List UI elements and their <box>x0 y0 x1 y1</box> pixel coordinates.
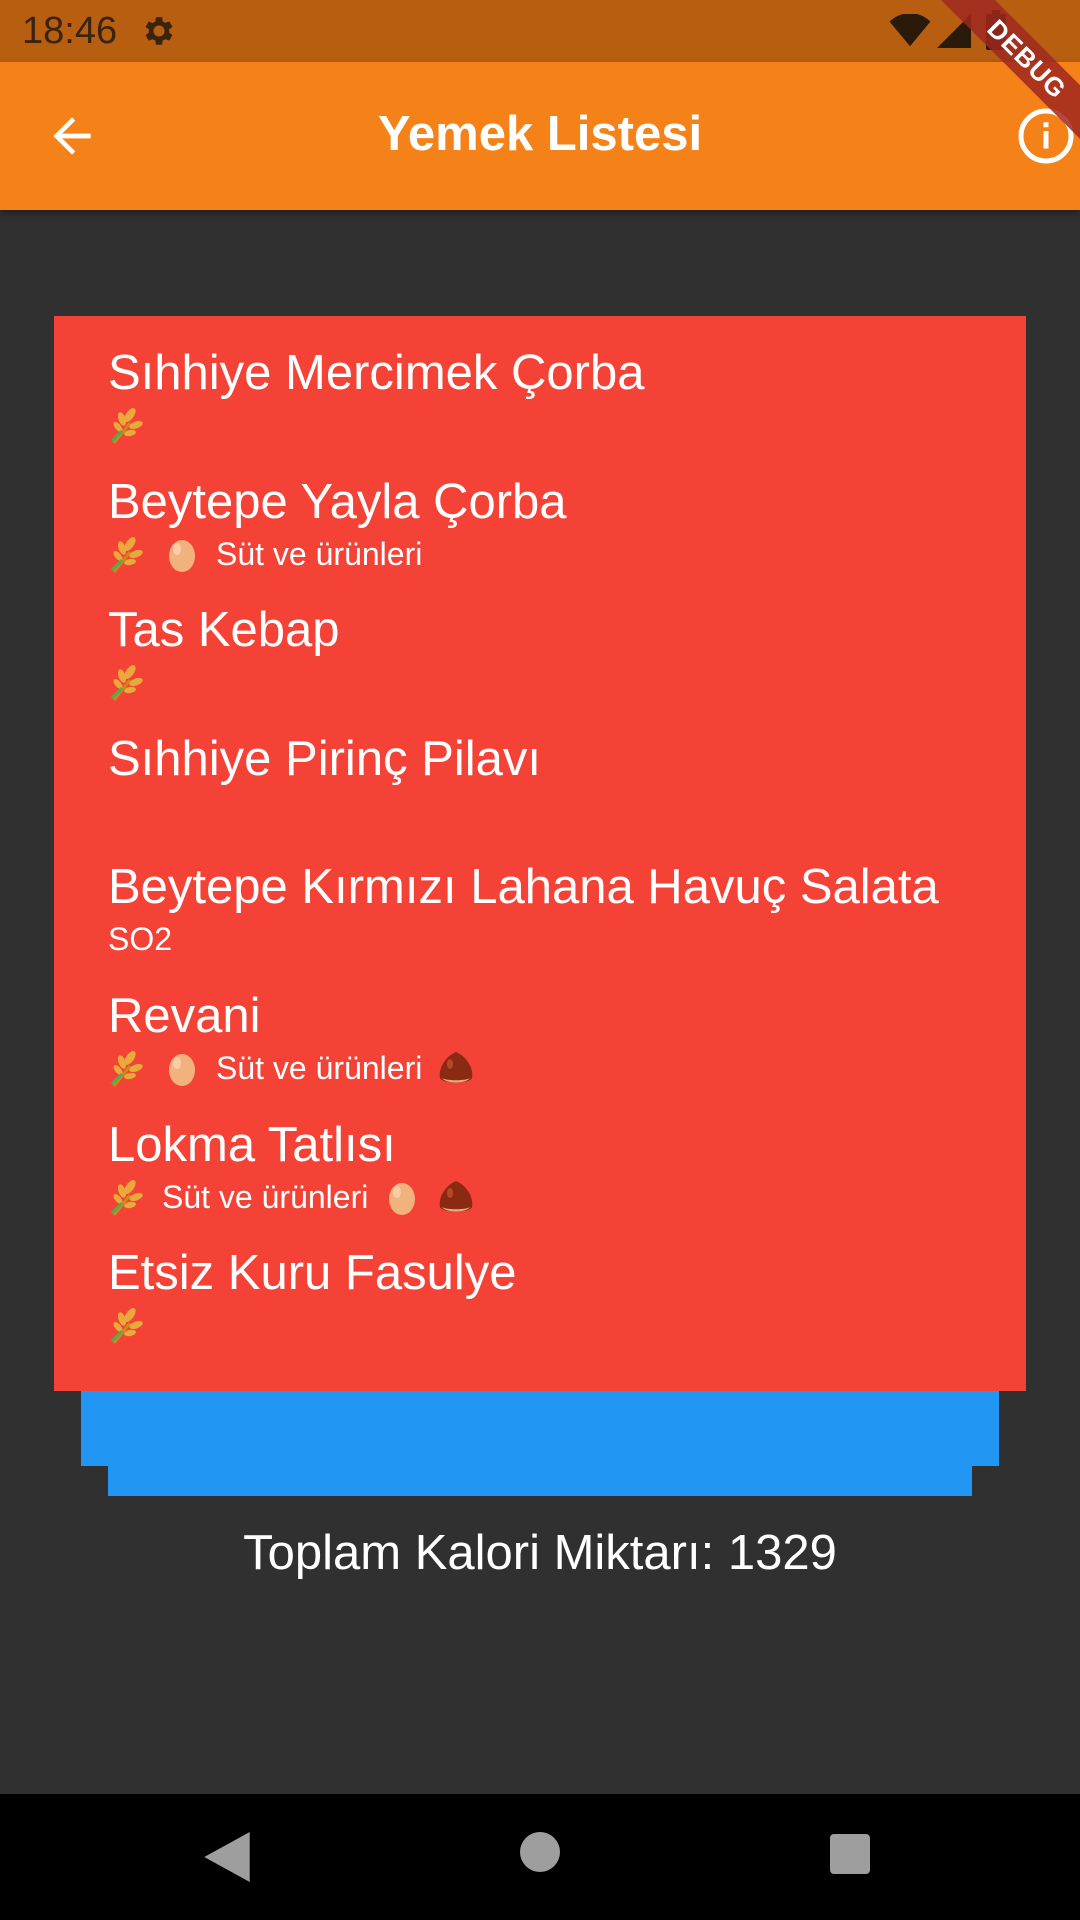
app-bar: Yemek Listesi <box>0 62 1080 210</box>
egg-icon <box>162 1048 202 1088</box>
wheat-icon <box>108 662 148 702</box>
menu-item: Tas Kebap <box>108 601 340 705</box>
allergen-label: Süt ve ürünleri <box>216 1050 423 1086</box>
wheat-icon <box>108 405 148 445</box>
allergen-tags: Süt ve ürünleri <box>108 531 567 577</box>
wheat-icon <box>108 534 148 574</box>
nav-recent-apps-icon[interactable] <box>830 1834 870 1874</box>
menu-card: Sıhhiye Mercimek Çorba Beytepe Yayla Çorb… <box>54 316 1026 1391</box>
menu-item-name: Tas Kebap <box>108 603 340 658</box>
menu-item-name: Sıhhiye Mercimek Çorba <box>108 346 645 400</box>
allergen-label: Süt ve ürünleri <box>162 1178 369 1215</box>
menu-item-name: Sıhhiye Pirinç Pilavı <box>108 731 542 786</box>
total-calories: Toplam Kalori Miktarı: 1329 <box>243 1526 837 1580</box>
blue-bar-top <box>81 1391 999 1466</box>
allergen-tags <box>108 788 541 834</box>
page-title: Yemek Listesi <box>377 107 703 161</box>
egg-icon <box>382 1177 422 1217</box>
blue-bar-bottom <box>108 1466 972 1496</box>
menu-item: Beytepe Kırmızı Lahana Havuç Salata SO2 <box>108 858 939 962</box>
menu-item: Beytepe Yayla Çorba Süt ve ürünleri <box>108 473 567 577</box>
menu-item: Sıhhiye Mercimek Çorba <box>108 344 644 448</box>
menu-item: Revani Süt ve ürünleri <box>108 987 490 1091</box>
status-bar: 18:46 <box>0 0 1080 62</box>
nav-home-icon[interactable] <box>520 1832 560 1872</box>
menu-item: Sıhhiye Pirinç Pilavı <box>108 730 541 834</box>
allergen-tags <box>108 402 644 448</box>
egg-icon <box>162 534 202 574</box>
wheat-icon <box>108 1177 148 1217</box>
debug-banner-label: DEBUG <box>939 0 1080 147</box>
menu-item: Etsiz Kuru Fasulye <box>108 1244 517 1348</box>
menu-item-name: Beytepe Yayla Çorba <box>108 474 567 529</box>
nav-back-icon[interactable] <box>204 1832 250 1882</box>
allergen-tags: Süt ve ürünleri <box>108 1174 490 1220</box>
menu-item: Lokma Tatlısı Süt ve ürünleri <box>108 1116 490 1220</box>
status-time: 18:46 <box>22 10 118 52</box>
navigation-bar <box>0 1794 1080 1920</box>
wheat-icon <box>108 1048 148 1088</box>
allergen-label: Süt ve ürünleri <box>216 535 423 572</box>
debug-banner: DEBUG <box>920 0 1080 160</box>
wheat-icon <box>108 1305 148 1345</box>
settings-gear-icon <box>145 17 173 45</box>
allergen-tags <box>108 659 340 705</box>
menu-item-name: Beytepe Kırmızı Lahana Havuç Salata <box>108 860 939 915</box>
allergen-tags <box>108 1302 517 1348</box>
chestnut-icon <box>436 1177 476 1217</box>
allergen-tags: Süt ve ürünleri <box>108 1045 490 1091</box>
menu-item-name: Etsiz Kuru Fasulye <box>108 1246 517 1301</box>
menu-item-name: Revani <box>108 989 261 1043</box>
menu-item-name: Lokma Tatlısı <box>108 1117 396 1172</box>
allergen-label: SO2 <box>108 921 173 958</box>
allergen-tags: SO2 <box>108 916 939 962</box>
chestnut-icon <box>436 1048 476 1088</box>
